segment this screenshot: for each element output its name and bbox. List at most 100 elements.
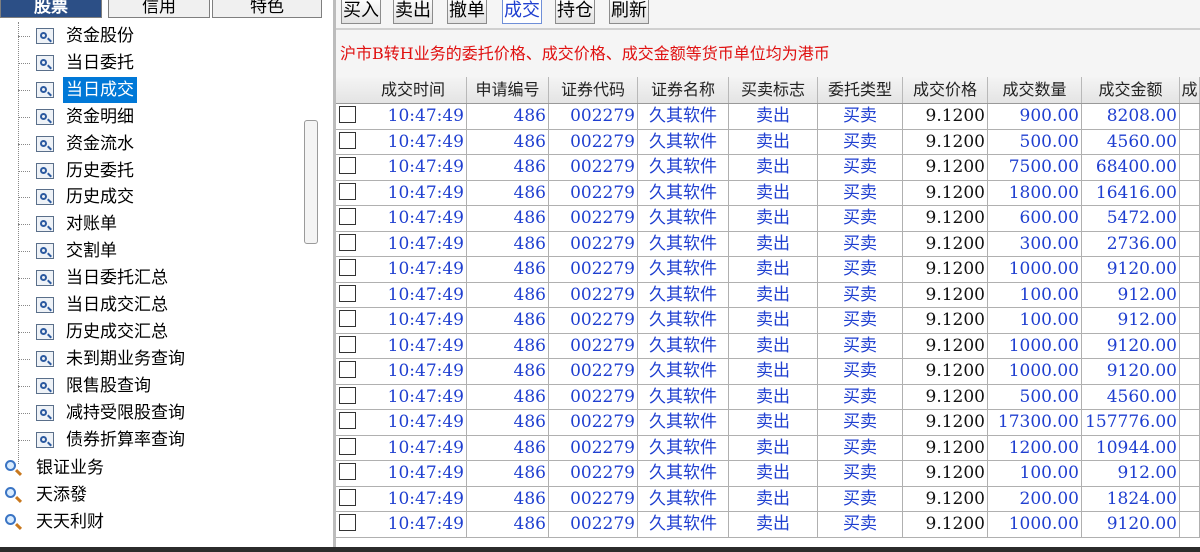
- tree-item[interactable]: 资金股份: [0, 23, 300, 49]
- table-row[interactable]: 10:47:49 486 002279 久其软件 卖出 买卖 9.1200 1000.00 91…: [336, 359, 1200, 385]
- query-doc-icon: [36, 108, 54, 125]
- table-row[interactable]: 10:47:49 486 002279 久其软件 卖出 买卖 9.1200 100.00 912…: [336, 461, 1200, 487]
- tree-item[interactable]: 当日委托: [0, 50, 300, 76]
- table-row[interactable]: 10:47:49 486 002279 久其软件 卖出 买卖 9.1200 1800.00 16…: [336, 180, 1200, 206]
- table-cell: 1000.00: [988, 512, 1082, 537]
- row-checkbox[interactable]: [339, 361, 356, 378]
- tree-item[interactable]: 资金流水: [0, 131, 300, 157]
- table-row[interactable]: 10:47:49 486 002279 久其软件 卖出 买卖 9.1200 500.00 456…: [336, 384, 1200, 410]
- tab-stocks[interactable]: 股票: [0, 0, 102, 18]
- table-row[interactable]: 10:47:49 486 002279 久其软件 卖出 买卖 9.1200 100.00 912…: [336, 282, 1200, 308]
- table-cell: 002279: [549, 461, 638, 486]
- magnifier-icon: [5, 513, 21, 530]
- table-row[interactable]: 10:47:49 486 002279 久其软件 卖出 买卖 9.1200 7500.00 68…: [336, 155, 1200, 181]
- row-checkbox[interactable]: [339, 182, 356, 200]
- row-checkbox[interactable]: [339, 106, 356, 123]
- row-checkbox[interactable]: [339, 259, 356, 276]
- table-cell: 买卖: [818, 486, 903, 512]
- tab-credit[interactable]: 信用: [108, 0, 210, 18]
- query-doc-icon: [36, 404, 54, 421]
- positions-button[interactable]: 持仓: [555, 0, 595, 24]
- tree-root-item[interactable]: 天添發: [0, 482, 300, 508]
- tree-item[interactable]: 限售股查询: [0, 373, 300, 399]
- tree-root-item[interactable]: 天天利财: [0, 509, 300, 535]
- row-checkbox[interactable]: [339, 412, 356, 429]
- table-cell: 486: [467, 359, 549, 384]
- tree-item[interactable]: 当日成交汇总: [0, 292, 300, 318]
- column-header[interactable]: 证券名称: [638, 77, 729, 103]
- tree-item-label: 历史成交汇总: [66, 321, 168, 342]
- row-checkbox[interactable]: [339, 386, 356, 404]
- row-checkbox[interactable]: [339, 208, 356, 225]
- table-cell: 久其软件: [638, 104, 729, 129]
- table-cell: 68400.00: [1082, 155, 1180, 180]
- tree-item[interactable]: 对账单: [0, 211, 300, 237]
- row-checkbox[interactable]: [339, 514, 356, 531]
- table-row[interactable]: 10:47:49 486 002279 久其软件 卖出 买卖 9.1200 300.00 273…: [336, 231, 1200, 257]
- table-cell: 10:47:49: [360, 333, 467, 359]
- tree-item-label: 未到期业务查询: [66, 348, 185, 369]
- table-cell: 002279: [549, 104, 638, 129]
- tree-item[interactable]: 当日成交: [0, 76, 300, 103]
- buy-button[interactable]: 买入: [341, 0, 381, 24]
- tree-connector: [18, 278, 30, 280]
- row-checkbox[interactable]: [339, 488, 356, 506]
- tree-root-item[interactable]: 银证业务: [0, 455, 300, 481]
- table-row[interactable]: 10:47:49 486 002279 久其软件 卖出 买卖 9.1200 17300.00 1…: [336, 410, 1200, 436]
- row-checkbox[interactable]: [339, 437, 356, 455]
- table-row[interactable]: 10:47:49 486 002279 久其软件 卖出 买卖 9.1200 200.00 182…: [336, 486, 1200, 512]
- tree-item[interactable]: 历史委托: [0, 158, 300, 184]
- row-checkbox[interactable]: [339, 463, 356, 480]
- tree-item[interactable]: 资金明细: [0, 104, 300, 130]
- row-checkbox[interactable]: [339, 335, 356, 353]
- row-checkbox[interactable]: [339, 233, 356, 251]
- column-header[interactable]: 委托类型: [818, 77, 903, 103]
- table-cell: 卖出: [729, 308, 818, 333]
- cancel-order-button[interactable]: 撤单: [447, 0, 487, 24]
- tree-item[interactable]: 未到期业务查询: [0, 346, 300, 372]
- tab-featured[interactable]: 特色: [212, 0, 322, 18]
- tree-item[interactable]: 当日委托汇总: [0, 265, 300, 291]
- tree-item[interactable]: 减持受限股查询: [0, 400, 300, 426]
- table-cell: 1200.00: [988, 435, 1082, 461]
- table-cell: 9.1200: [903, 257, 988, 282]
- column-header[interactable]: 成交时间: [360, 77, 467, 103]
- tree-item[interactable]: 债券折算率查询: [0, 427, 300, 453]
- tree-item[interactable]: 交割单: [0, 238, 300, 264]
- table-row[interactable]: 10:47:49 486 002279 久其软件 卖出 买卖 9.1200 1000.00 91…: [336, 512, 1200, 538]
- tree-connector: [18, 358, 30, 360]
- column-header[interactable]: 证券代码: [549, 77, 638, 103]
- column-header[interactable]: 成交价格: [903, 77, 988, 103]
- table-cell: 久其软件: [638, 257, 729, 282]
- refresh-button[interactable]: 刷新: [609, 0, 649, 24]
- column-header[interactable]: 成交数量: [988, 77, 1082, 103]
- tree-item-label: 当日委托: [66, 52, 134, 73]
- tree-connector: [18, 412, 30, 414]
- sell-button[interactable]: 卖出: [393, 0, 433, 24]
- table-row[interactable]: 10:47:49 486 002279 久其软件 卖出 买卖 9.1200 1000.00 91…: [336, 257, 1200, 283]
- table-cell: 16416.00: [1082, 180, 1180, 206]
- table-row[interactable]: 10:47:49 486 002279 久其软件 卖出 买卖 9.1200 1200.00 10…: [336, 435, 1200, 461]
- table-row[interactable]: 10:47:49 486 002279 久其软件 卖出 买卖 9.1200 100.00 912…: [336, 308, 1200, 334]
- table-cell: 9.1200: [903, 410, 988, 435]
- tree-scrollbar-thumb[interactable]: [304, 120, 318, 244]
- magnifier-icon: [5, 486, 21, 503]
- row-checkbox[interactable]: [339, 131, 356, 149]
- table-cell: 10:47:49: [360, 180, 467, 206]
- row-checkbox[interactable]: [339, 157, 356, 174]
- column-header[interactable]: 成交金额: [1082, 77, 1180, 103]
- tree-item[interactable]: 历史成交汇总: [0, 319, 300, 345]
- table-row[interactable]: 10:47:49 486 002279 久其软件 卖出 买卖 9.1200 500.00 456…: [336, 129, 1200, 155]
- column-header[interactable]: 申请编号: [467, 77, 549, 103]
- row-checkbox[interactable]: [339, 284, 356, 302]
- table-cell: 10:47:49: [360, 359, 467, 384]
- row-checkbox[interactable]: [339, 310, 356, 327]
- column-header[interactable]: 成: [1180, 77, 1200, 103]
- column-header[interactable]: 买卖标志: [729, 77, 818, 103]
- table-cell-overflow: [1180, 486, 1200, 512]
- table-row[interactable]: 10:47:49 486 002279 久其软件 卖出 买卖 9.1200 1000.00 91…: [336, 333, 1200, 359]
- tree-item[interactable]: 历史成交: [0, 184, 300, 210]
- table-row[interactable]: 10:47:49 486 002279 久其软件 卖出 买卖 9.1200 900.00 820…: [336, 104, 1200, 130]
- table-row[interactable]: 10:47:49 486 002279 久其软件 卖出 买卖 9.1200 600.00 547…: [336, 206, 1200, 232]
- deals-button[interactable]: 成交: [502, 0, 542, 24]
